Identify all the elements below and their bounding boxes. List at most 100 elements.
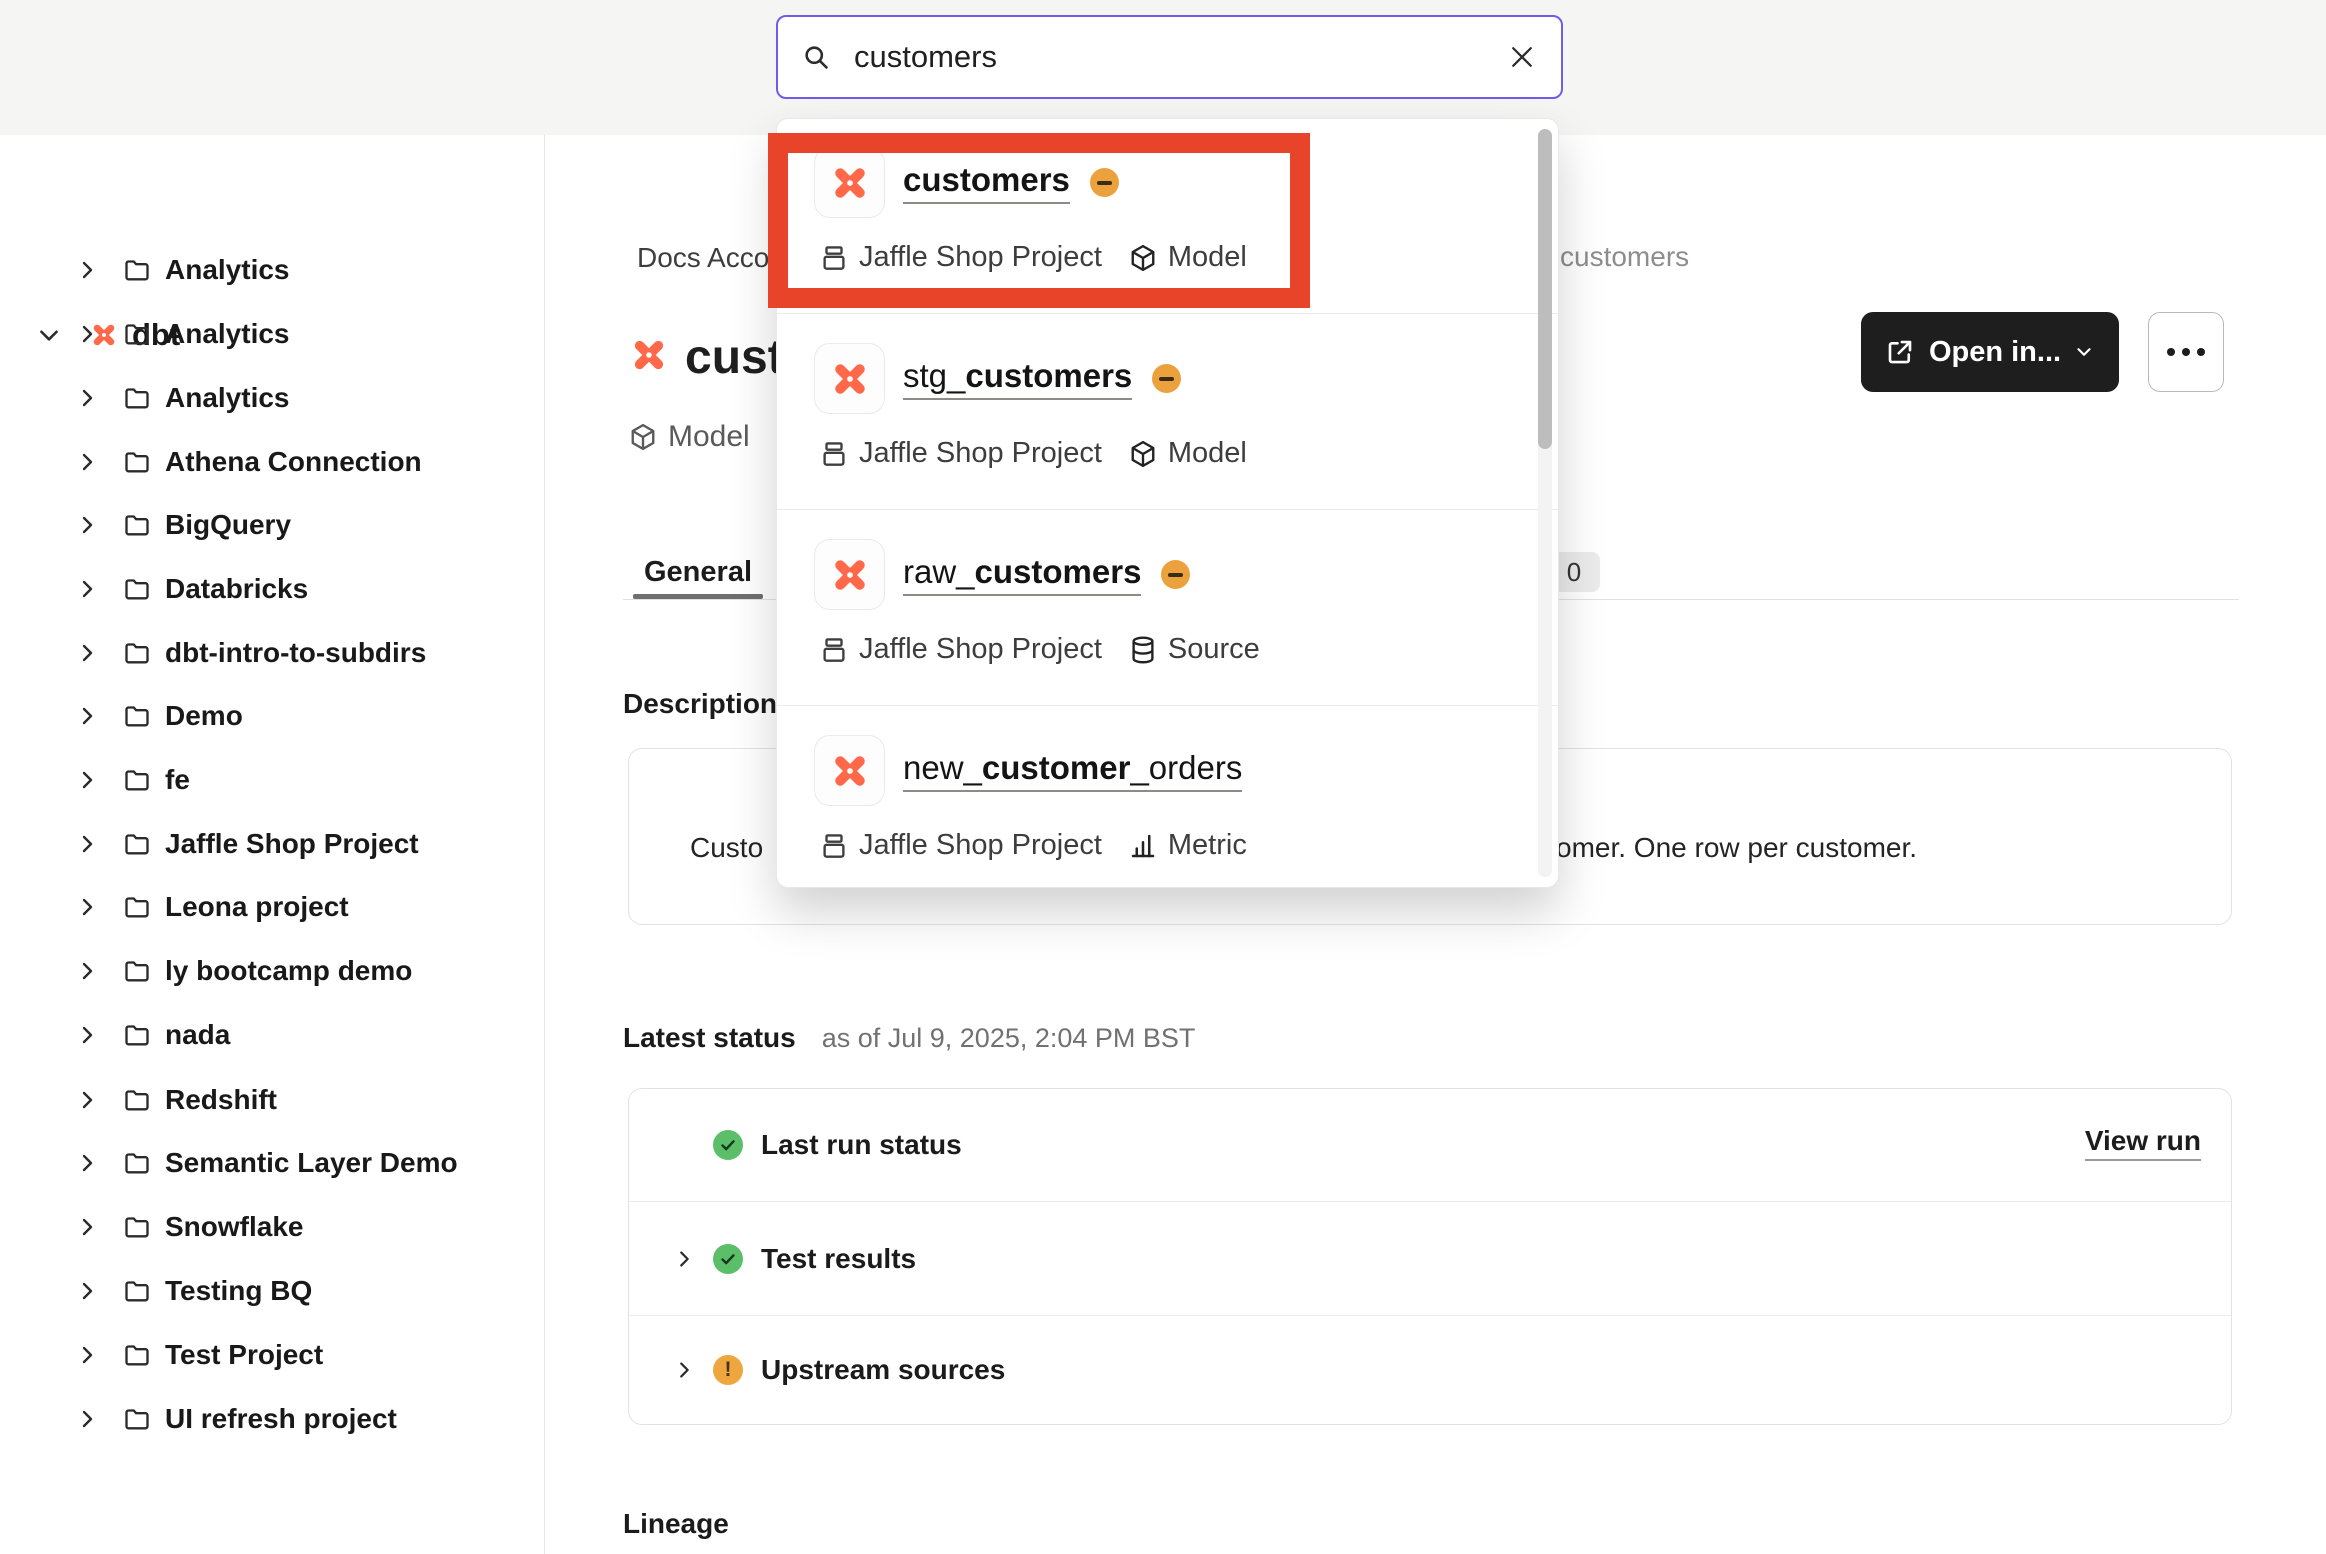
chevron-right-icon[interactable] (75, 513, 99, 537)
sidebar-item-analytics-1[interactable]: Analytics (0, 238, 545, 302)
success-check-icon (713, 1130, 743, 1160)
sidebar-item-label: Jaffle Shop Project (165, 828, 419, 860)
latest-status-header: Latest status as of Jul 9, 2025, 2:04 PM… (623, 1022, 1195, 1054)
more-actions-button[interactable] (2148, 312, 2224, 392)
sidebar-item-dbt-intro-to-subdirs[interactable]: dbt-intro-to-subdirs (0, 621, 545, 685)
folder-icon (123, 830, 151, 858)
sidebar-item-bigquery[interactable]: BigQuery (0, 493, 545, 557)
folder-icon (123, 639, 151, 667)
folder-icon (123, 1086, 151, 1114)
amber-dash-badge-icon (1090, 168, 1119, 197)
chevron-right-icon[interactable] (75, 450, 99, 474)
sidebar-item-analytics-2[interactable]: Analytics (0, 302, 545, 366)
result-title[interactable]: stg_customers (903, 357, 1132, 400)
divider (777, 705, 1558, 706)
success-check-icon (713, 1244, 743, 1274)
sidebar-item-label: ly bootcamp demo (165, 955, 412, 987)
chevron-right-icon[interactable] (75, 258, 99, 282)
dbt-logo-icon (827, 748, 873, 794)
dbt-logo-tile (814, 343, 885, 414)
latest-status-heading: Latest status (623, 1022, 796, 1054)
result-title[interactable]: new_customer_orders (903, 749, 1242, 792)
folder-icon (123, 256, 151, 284)
sidebar-item-ly-bootcamp-demo[interactable]: ly bootcamp demo (0, 939, 545, 1003)
search-result-raw-customers[interactable]: raw_customers Jaffle Shop Project Source (777, 511, 1558, 707)
sidebar-item-label: dbt-intro-to-subdirs (165, 637, 426, 669)
sidebar-item-label: Test Project (165, 1339, 323, 1371)
divider (777, 313, 1558, 314)
sidebar-item-databricks[interactable]: Databricks (0, 557, 545, 621)
chevron-right-icon[interactable] (75, 322, 99, 346)
search-result-new-customer-orders[interactable]: new_customer_orders Jaffle Shop Project … (777, 707, 1558, 888)
chevron-right-icon[interactable] (75, 959, 99, 983)
sidebar-item-nada[interactable]: nada (0, 1003, 545, 1067)
result-project: Jaffle Shop Project (859, 437, 1102, 470)
chevron-right-icon[interactable] (75, 386, 99, 410)
search-result-stg-customers[interactable]: stg_customers Jaffle Shop Project Model (777, 315, 1558, 511)
result-meta: Jaffle Shop Project Model (819, 437, 1247, 470)
latest-status-timestamp: as of Jul 9, 2025, 2:04 PM BST (822, 1023, 1196, 1054)
chevron-right-icon[interactable] (75, 1279, 99, 1303)
project-box-icon (819, 635, 849, 665)
sidebar-item-redshift[interactable]: Redshift (0, 1068, 545, 1132)
clear-search-button[interactable] (1507, 42, 1537, 72)
lineage-heading: Lineage (623, 1508, 729, 1540)
breadcrumb: Docs Acco (637, 242, 769, 274)
chevron-right-icon[interactable] (75, 768, 99, 792)
resource-type-label: Model (668, 420, 750, 454)
status-row-upstream-sources[interactable]: ! Upstream sources (629, 1316, 2231, 1424)
search-result-customers[interactable]: customers Jaffle Shop Project Model (777, 119, 1558, 315)
folder-icon (123, 893, 151, 921)
folder-icon (123, 1213, 151, 1241)
tab-general[interactable]: General (633, 556, 763, 589)
sidebar-item-jaffle-shop-project[interactable]: Jaffle Shop Project (0, 812, 545, 876)
sidebar-item-semantic-layer-demo[interactable]: Semantic Layer Demo (0, 1131, 545, 1195)
sidebar-item-testing-bq[interactable]: Testing BQ (0, 1259, 545, 1323)
chevron-right-icon[interactable] (75, 1088, 99, 1112)
chevron-right-icon[interactable] (75, 832, 99, 856)
dbt-logo-icon (827, 160, 873, 206)
folder-icon (123, 1277, 151, 1305)
sidebar-item-demo[interactable]: Demo (0, 684, 545, 748)
dbt-explorer-app: dbt Analytics Analytics Analytics Athena… (0, 0, 2326, 1554)
status-row-test-results[interactable]: Test results (629, 1202, 2231, 1315)
search-input[interactable] (852, 38, 1507, 76)
dbt-logo-tile (814, 539, 885, 610)
chevron-right-icon[interactable] (75, 1215, 99, 1239)
chevron-right-icon[interactable] (75, 577, 99, 601)
chevron-right-icon[interactable] (75, 1023, 99, 1047)
amber-dash-badge-icon (1152, 364, 1181, 393)
chevron-right-icon[interactable] (75, 704, 99, 728)
sidebar-item-label: Demo (165, 700, 243, 732)
result-title[interactable]: raw_customers (903, 553, 1141, 596)
folder-icon (123, 766, 151, 794)
result-type: Model (1168, 437, 1247, 470)
project-box-icon (819, 831, 849, 861)
sidebar-item-leona-project[interactable]: Leona project (0, 875, 545, 939)
open-in-button[interactable]: Open in... (1861, 312, 2119, 392)
dbt-logo-tile (814, 735, 885, 806)
chevron-right-icon[interactable] (75, 1407, 99, 1431)
sidebar-item-label: Analytics (165, 382, 290, 414)
sidebar-item-test-project[interactable]: Test Project (0, 1323, 545, 1387)
result-title[interactable]: customers (903, 161, 1070, 204)
sidebar-item-snowflake[interactable]: Snowflake (0, 1195, 545, 1259)
chevron-right-icon[interactable] (673, 1248, 695, 1270)
chevron-right-icon[interactable] (75, 1343, 99, 1367)
chevron-right-icon[interactable] (75, 641, 99, 665)
global-search (776, 15, 1563, 99)
view-run-link[interactable]: View run (2085, 1125, 2201, 1161)
result-meta: Jaffle Shop Project Model (819, 241, 1247, 274)
sidebar-item-athena-connection[interactable]: Athena Connection (0, 430, 545, 494)
sidebar-item-ui-refresh-project[interactable]: UI refresh project (0, 1387, 545, 1451)
result-project: Jaffle Shop Project (859, 633, 1102, 666)
sidebar-item-label: Testing BQ (165, 1275, 312, 1307)
chevron-right-icon[interactable] (75, 1151, 99, 1175)
chevron-right-icon[interactable] (673, 1359, 695, 1381)
sidebar-item-analytics-3[interactable]: Analytics (0, 366, 545, 430)
dropdown-scrollbar-thumb[interactable] (1538, 129, 1552, 449)
chevron-right-icon[interactable] (75, 895, 99, 919)
sidebar-item-fe[interactable]: fe (0, 748, 545, 812)
description-heading: Description (623, 688, 777, 720)
result-type: Model (1168, 241, 1247, 274)
